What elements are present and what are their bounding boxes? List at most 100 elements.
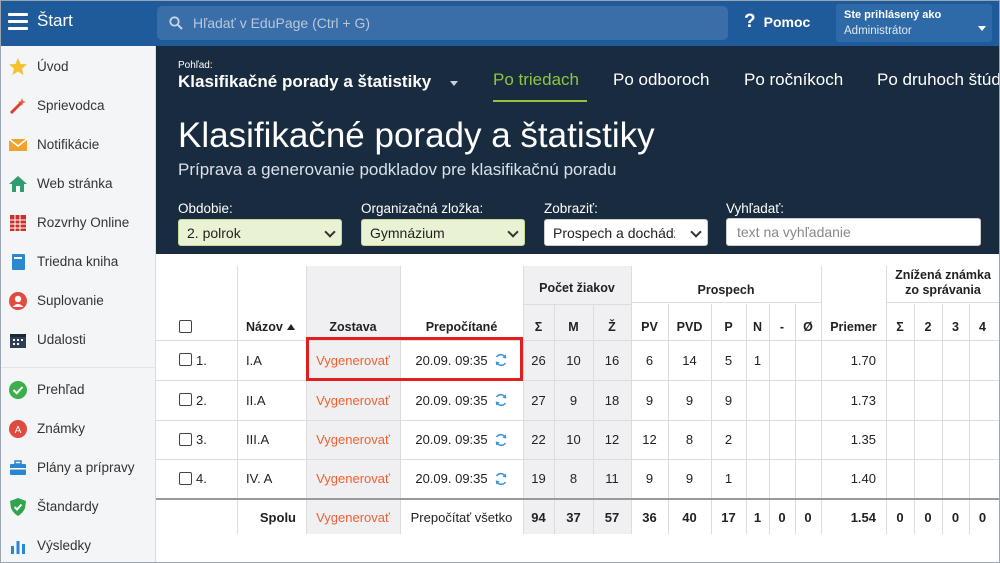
sidebar-item-web-stranka[interactable]: Web stránka [0,164,156,203]
total-pv: 36 [642,509,657,525]
show-select-value: Prospech a dochádzka [553,224,675,241]
sidebar-item-sprievodca[interactable]: Sprievodca [0,86,156,125]
select-all-checkbox[interactable] [179,320,192,333]
org-select[interactable]: Gymnázium [361,219,525,246]
tab-po-triedach[interactable]: Po triedach [493,70,579,90]
cell-pv: 9 [645,392,654,408]
search-icon [169,16,183,30]
book-icon [8,252,28,272]
recalculated-cell: 20.09. 09:35 [400,459,523,498]
stats-table: Počet žiakov Prospech Znížená známka zo … [156,254,1000,563]
cell-pvd: 14 [682,352,697,368]
tab-po-rocnikoch[interactable]: Po ročníkoch [744,70,843,90]
sidebar-item-prehlad[interactable]: Prehľad [0,370,156,409]
total-lowered-4: 0 [978,509,987,525]
cell-z: 11 [605,471,619,486]
help-button[interactable]: ? Pomoc [744,12,810,31]
row-number: 2. [196,392,207,408]
row-checkbox[interactable] [179,393,192,406]
svg-text:A: A [15,425,22,436]
col-header-z: Ž [608,320,616,334]
sync-icon[interactable] [494,433,508,447]
sidebar-item-label: Suplovanie [37,293,104,308]
user-menu-role: Administrátor [844,25,912,37]
sidebar-item-notifikacie[interactable]: Notifikácie [0,125,156,164]
chevron-down-icon [690,226,702,238]
timetable-icon [8,213,28,233]
generate-link[interactable]: Vygenerovať [306,459,400,498]
sync-icon[interactable] [494,472,508,486]
start-link[interactable]: Štart [37,11,73,31]
col-header-pvd: PVD [676,320,703,334]
cell-p: 9 [724,392,733,408]
chevron-down-icon[interactable] [450,81,458,86]
org-select-value: Gymnázium [370,224,445,241]
sidebar-item-triedna-kniha[interactable]: Triedna kniha [0,242,156,281]
col-header-sum: Σ [534,320,543,334]
col-header-name[interactable]: Názov [246,317,306,337]
row-checkbox[interactable] [179,353,192,366]
col-header-pv: PV [641,320,658,334]
global-search-input[interactable] [193,10,713,36]
generate-all-link[interactable]: Vygenerovať [306,500,400,534]
user-menu[interactable]: Ste prihlásený ako Administrátor [836,4,992,42]
recalculated-cell: 20.09. 09:35 [400,380,523,420]
row-number: 3. [196,432,207,447]
col-header-m: M [568,320,579,334]
sidebar-item-znamky[interactable]: A Známky [0,409,156,448]
col-header-lowered-4: 4 [979,320,986,334]
total-pvd: 40 [682,509,697,525]
total-o: 0 [804,509,812,525]
cell-pvd: 8 [685,432,694,447]
col-header-dash: - [779,320,785,334]
generate-link[interactable]: Vygenerovať [306,380,400,420]
org-label: Organizačná zložka: [361,201,484,216]
col-header-priemer: Priemer [830,320,877,334]
recalculated-cell: 20.09. 09:35 [400,420,523,459]
tab-po-druhoch-studia[interactable]: Po druhoch štúd [877,70,1000,90]
sidebar-item-plany[interactable]: Plány a prípravy [0,448,156,487]
sidebar-item-label: Triedna kniha [37,254,119,269]
sidebar-item-rozvrhy[interactable]: Rozvrhy Online [0,203,156,242]
table-search-input[interactable]: text na vyhľadanie [726,218,981,246]
sidebar: Úvod Sprievodca Notifikácie Web stránka … [0,46,156,563]
total-lowered-sum: 0 [896,509,904,525]
group-header-prospech: Prospech [697,283,755,297]
row-checkbox[interactable] [179,471,192,485]
col-header-n: N [752,320,763,334]
recalculated-date: 20.09. 09:35 [415,471,488,486]
cell-z: 16 [604,352,620,368]
sidebar-item-uvod[interactable]: Úvod [0,47,156,86]
cell-m: 10 [566,352,581,368]
sidebar-item-label: Web stránka [37,176,113,191]
user-menu-caption: Ste prihlásený ako [844,9,942,21]
generate-link[interactable]: Vygenerovať [306,420,400,459]
help-label: Pomoc [763,13,811,30]
view-selector[interactable]: Klasifikačné porady a štatistiky [178,72,431,92]
hamburger-menu-icon[interactable] [8,13,28,30]
group-header-lowered-1: Znížená známka [895,268,991,282]
total-p: 17 [721,509,736,525]
cell-p: 1 [724,471,733,486]
show-select[interactable]: Prospech a dochádzka [544,219,708,246]
tab-po-odboroch[interactable]: Po odboroch [613,70,709,90]
check-icon [8,380,28,400]
cell-pvd: 9 [685,392,694,408]
total-sum: 94 [531,509,546,525]
sidebar-item-standardy[interactable]: Štandardy [0,487,156,526]
view-caption: Pohľad: [178,60,213,71]
sidebar-divider [0,367,155,368]
sidebar-item-suplovanie[interactable]: Suplovanie [0,281,156,320]
period-select[interactable]: 2. polrok [178,219,342,246]
sidebar-item-vysledky[interactable]: Výsledky [0,526,156,563]
period-select-value: 2. polrok [187,224,241,241]
global-search[interactable] [157,6,728,40]
col-header-lowered-3: 3 [952,320,959,334]
cell-pv: 9 [645,471,654,486]
sync-icon[interactable] [494,393,508,407]
recalculate-all-link[interactable]: Prepočítať všetko [400,500,523,534]
row-checkbox[interactable] [179,432,192,446]
cell-sum: 22 [531,432,546,447]
cell-avg: 1.73 [850,392,876,408]
sidebar-item-udalosti[interactable]: Udalosti [0,320,156,359]
